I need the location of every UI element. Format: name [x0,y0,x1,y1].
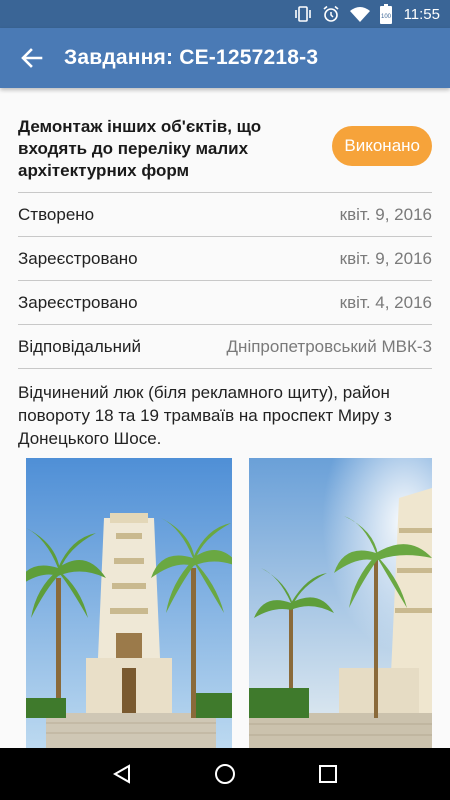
nav-recents-button[interactable] [308,754,348,794]
photo-gallery[interactable] [26,458,432,748]
info-row-registered: Зареєстровано квіт. 9, 2016 [18,237,432,281]
wifi-icon [349,6,370,22]
info-value: квіт. 4, 2016 [339,292,432,312]
task-details: Демонтаж інших об'єктів, що входять до п… [0,88,450,748]
nav-back-button[interactable] [102,754,142,794]
info-label: Зареєстровано [18,292,138,312]
status-badge: Виконано [332,126,432,166]
alarm-icon [322,5,340,23]
system-nav-bar [0,748,450,800]
info-label: Відповідальний [18,336,142,356]
battery-icon: 100 [379,4,392,24]
clock-time: 11:55 [403,5,440,23]
info-value: квіт. 9, 2016 [339,204,432,224]
task-header: Демонтаж інших об'єктів, що входять до п… [18,116,432,193]
task-title: Демонтаж інших об'єктів, що входять до п… [18,117,262,180]
task-description: Відчинений люк (біля рекламного щиту), р… [18,383,392,448]
info-value: квіт. 9, 2016 [339,248,432,268]
info-value: Дніпропетровський МВК-3 [226,336,432,356]
info-row-created: Створено квіт. 9, 2016 [18,193,432,237]
temple-photo[interactable] [26,458,232,748]
arrow-back-icon [21,48,43,68]
page-title: Завдання: CE-1257218-3 [64,46,319,69]
nav-home-button[interactable] [205,754,245,794]
home-circle-icon [214,764,235,784]
info-label: Зареєстровано [18,248,138,268]
info-row-registered-2: Зареєстровано квіт. 4, 2016 [18,281,432,325]
info-label: Створено [18,204,95,224]
back-button[interactable] [0,28,64,88]
vibrate-icon [294,6,312,22]
temple-palms-photo[interactable] [249,458,432,748]
info-row-responsible: Відповідальний Дніпропетровський МВК-3 [18,325,432,369]
status-bar: 100 11:55 [0,0,450,28]
recents-square-icon [319,765,338,783]
svg-text:100: 100 [381,14,392,20]
back-triangle-icon [112,764,130,784]
app-bar: Завдання: CE-1257218-3 [0,28,450,88]
